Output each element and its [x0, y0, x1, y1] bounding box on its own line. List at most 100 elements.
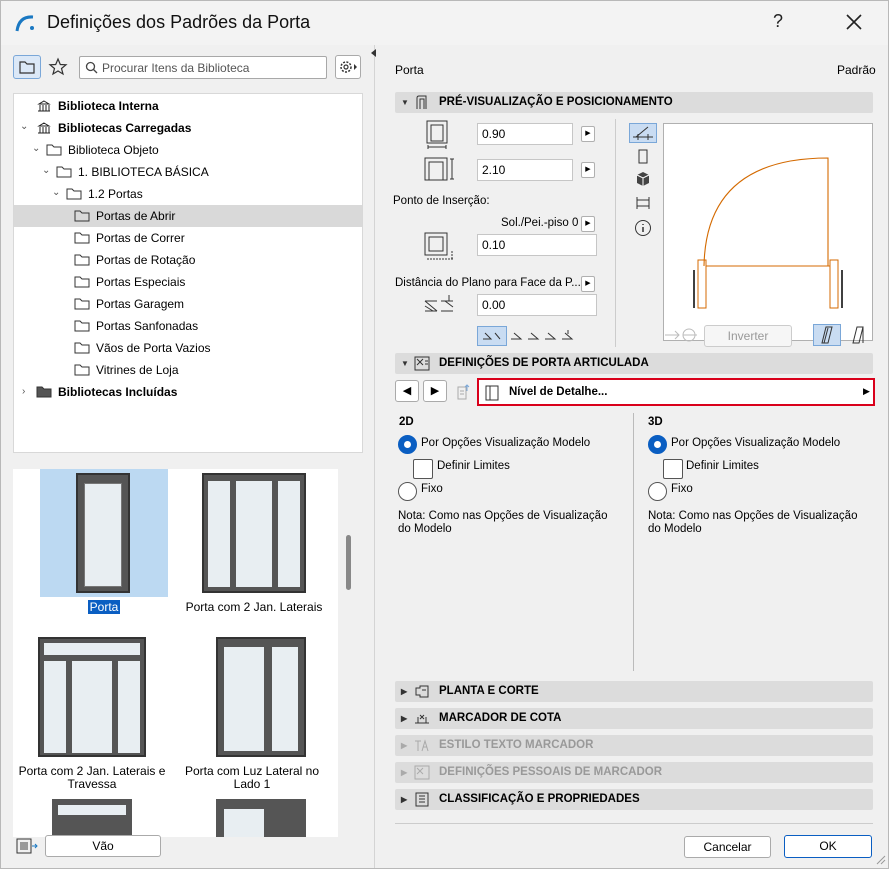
thumb-item-partial[interactable]: [17, 799, 167, 837]
elevation-view-icon[interactable]: [636, 149, 650, 165]
tree-label: Bibliotecas Incluídas: [58, 385, 178, 399]
library-thumbnails[interactable]: Porta Porta com 2 Jan. Laterais Porta co…: [13, 469, 338, 837]
library-tree[interactable]: Biblioteca Interna ⌄ Bibliotecas Carrega…: [13, 93, 363, 453]
2d-fixed-radio[interactable]: [398, 482, 417, 501]
chevron-down-icon[interactable]: ⌄: [20, 121, 28, 132]
3d-model-view-radio[interactable]: [648, 435, 667, 454]
opening-button[interactable]: Vão: [45, 835, 161, 857]
resize-grip-icon[interactable]: [874, 853, 886, 865]
thumbnail-scrollbar[interactable]: [346, 535, 351, 590]
section-dimension-marker-header[interactable]: ▶ MARCADOR DE COTA: [395, 708, 873, 729]
3d-fixed-radio[interactable]: [648, 482, 667, 501]
section-label: MARCADOR DE COTA: [439, 712, 562, 724]
tree-item-object-library[interactable]: Biblioteca Objeto: [46, 139, 159, 161]
search-icon: [85, 61, 98, 74]
tree-item-builtin[interactable]: Biblioteca Interna: [36, 95, 159, 117]
dimension-marker-icon: [415, 714, 429, 724]
tree-label: Bibliotecas Carregadas: [58, 121, 192, 135]
chevron-right-icon: ▶: [401, 687, 408, 696]
library-settings-button[interactable]: [335, 55, 361, 79]
anchor-option-1[interactable]: [477, 326, 507, 346]
thumb-item-selected[interactable]: Porta: [29, 469, 179, 614]
thumb-item[interactable]: Porta com Luz Lateral no Lado 1: [177, 633, 327, 791]
opening-type-icon[interactable]: [15, 835, 39, 857]
object-name: Porta: [395, 63, 424, 77]
2d-model-view-radio[interactable]: [398, 435, 417, 454]
next-page-button[interactable]: ▶: [423, 380, 447, 402]
favorites-star-icon[interactable]: [48, 57, 68, 77]
3d-limits-checkbox[interactable]: [663, 459, 683, 479]
thumb-item-partial[interactable]: [177, 799, 327, 837]
tree-item-empty-openings[interactable]: Vãos de Porta Vazios: [74, 337, 211, 359]
height-arrow-button[interactable]: ▶: [581, 162, 595, 178]
library-search-input[interactable]: Procurar Itens da Biblioteca: [79, 56, 327, 79]
chevron-down-icon[interactable]: ⌄: [42, 165, 50, 176]
plane-distance-field[interactable]: 0.00: [477, 294, 597, 316]
tree-item-doors[interactable]: 1.2 Portas: [66, 183, 143, 205]
chevron-down-icon[interactable]: ⌄: [32, 143, 40, 154]
library-building-icon: [37, 100, 51, 112]
tree-item-revolving-doors[interactable]: Portas de Rotação: [74, 249, 195, 271]
help-button[interactable]: ?: [773, 11, 783, 32]
thumb-item[interactable]: Porta com 2 Jan. Laterais: [179, 469, 329, 614]
section-plan-section-header[interactable]: ▶ PLANTA E CORTE: [395, 681, 873, 702]
door-preview-canvas: [663, 123, 873, 341]
chevron-right-icon[interactable]: ›: [22, 386, 25, 397]
width-arrow-button[interactable]: ▶: [581, 126, 595, 142]
tree-item-special-doors[interactable]: Portas Especiais: [74, 271, 185, 293]
tree-item-folding-doors[interactable]: Portas Sanfonadas: [74, 315, 198, 337]
3d-view-icon[interactable]: [635, 171, 651, 187]
page-export-icon[interactable]: [455, 383, 473, 401]
door-open-side-a[interactable]: [813, 324, 841, 346]
section-door-settings-header[interactable]: ▼ DEFINIÇÕES DE PORTA ARTICULADA: [395, 353, 873, 374]
section-classification-header[interactable]: ▶ CLASSIFICAÇÃO E PROPRIEDADES: [395, 789, 873, 810]
tree-item-hinged-doors[interactable]: Portas de Abrir: [14, 205, 362, 227]
prev-page-button[interactable]: ◀: [395, 380, 419, 402]
settings-panel: Porta Padrão ▼ PRÉ-VISUALIZAÇÃO E POSICI…: [379, 45, 888, 868]
2d-model-view-label: Por Opções Visualização Modelo: [421, 437, 591, 449]
door-swing-icon[interactable]: [847, 325, 871, 345]
folder-icon: [74, 254, 90, 266]
chevron-down-icon[interactable]: ⌄: [52, 187, 60, 198]
detail-level-selector[interactable]: Nível de Detalhe... ▶: [477, 378, 875, 406]
anchor-option-2-icon[interactable]: [509, 327, 525, 345]
thumb-item[interactable]: Porta com 2 Jan. Laterais e Travessa: [17, 633, 167, 791]
section-marker-text-style-header[interactable]: ▶ ESTILO TEXTO MARCADOR: [395, 735, 873, 756]
tree-item-storefronts[interactable]: Vitrines de Loja: [74, 359, 179, 381]
section-custom-marker-header[interactable]: ▶ DEFINIÇÕES PESSOAIS DE MARCADOR: [395, 762, 873, 783]
tree-item-loaded[interactable]: Bibliotecas Carregadas: [36, 117, 191, 139]
folder-icon: [74, 276, 90, 288]
tree-label: Portas Garagem: [96, 297, 185, 311]
tree-item-included[interactable]: Bibliotecas Incluídas: [36, 381, 177, 403]
thumb-caption: Porta: [87, 600, 121, 614]
plan-view-button[interactable]: [629, 123, 657, 143]
sill-reference-label: Sol./Pei.-piso 0: [501, 217, 579, 229]
height-field[interactable]: 2.10: [477, 159, 573, 181]
anchor-option-5-icon[interactable]: [560, 327, 576, 345]
section-view-icon[interactable]: [635, 195, 651, 211]
sill-height-field[interactable]: 0.10: [477, 234, 597, 256]
2d-limits-checkbox[interactable]: [413, 459, 433, 479]
anchor-option-4-icon[interactable]: [543, 327, 559, 345]
cancel-button[interactable]: Cancelar: [684, 836, 771, 858]
anchor-option-3-icon[interactable]: [526, 327, 542, 345]
section-preview-header[interactable]: ▼ PRÉ-VISUALIZAÇÃO E POSICIONAMENTO: [395, 92, 873, 113]
tree-label: Biblioteca Interna: [58, 99, 159, 113]
plane-distance-arrow-button[interactable]: ▶: [581, 276, 595, 292]
close-icon[interactable]: [841, 9, 867, 35]
tree-item-sliding-doors[interactable]: Portas de Correr: [74, 227, 185, 249]
invert-button[interactable]: Inverter: [704, 325, 792, 347]
window-title: Definições dos Padrões da Porta: [47, 12, 311, 32]
library-panel: Procurar Itens da Biblioteca Biblioteca …: [1, 45, 375, 868]
section-label: PLANTA E CORTE: [439, 685, 539, 697]
sill-reference-arrow-button[interactable]: ▶: [581, 216, 595, 232]
folder-view-button[interactable]: [13, 55, 41, 79]
thumb-caption: Porta com 2 Jan. Laterais: [185, 600, 323, 614]
tree-item-basic-library[interactable]: 1. BIBLIOTECA BÁSICA: [56, 161, 209, 183]
default-label: Padrão: [837, 63, 876, 77]
tree-item-garage-doors[interactable]: Portas Garagem: [74, 293, 184, 315]
ok-button[interactable]: OK: [784, 835, 872, 858]
collapse-panel-arrow-icon[interactable]: [370, 48, 378, 58]
info-icon[interactable]: [634, 219, 652, 237]
width-field[interactable]: 0.90: [477, 123, 573, 145]
